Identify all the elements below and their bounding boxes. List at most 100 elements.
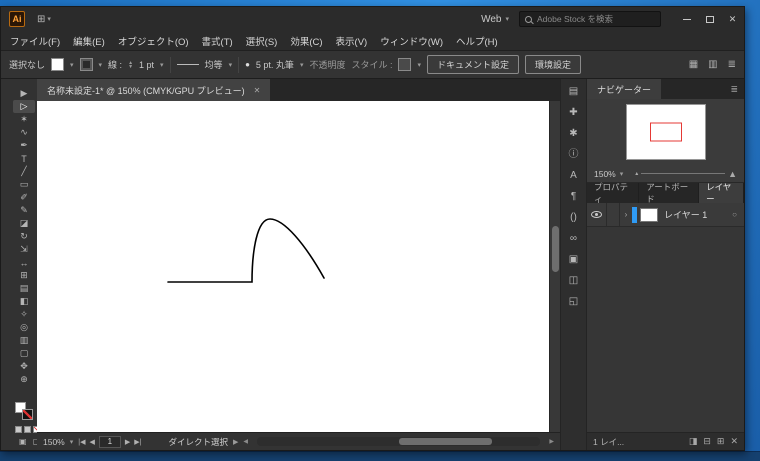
style-swatch[interactable] [398,58,411,71]
horizontal-scrollbar-thumb[interactable] [399,438,493,445]
control-menu-icon[interactable]: ≣ [728,59,736,70]
arrange-documents-dropdown[interactable]: ⊞ ▾ [37,14,51,25]
info-panel-icon[interactable]: ⓘ [569,150,579,160]
delete-layer-icon[interactable]: ✕ [730,436,738,447]
column-graph-tool[interactable]: ▥ [13,334,35,347]
menu-select[interactable]: 選択(S) [246,34,278,48]
artboards-panel-icon[interactable]: ▣ [569,255,578,265]
gradient-tool[interactable]: ◧ [13,295,35,308]
navigator-tab[interactable]: ナビゲーター [587,79,661,99]
zoom-in-icon[interactable]: ▲ [728,169,737,179]
status-proxy-arrow-icon[interactable]: ▶ [233,438,238,446]
paragraph-panel-icon[interactable]: ¶ [571,192,576,202]
arrange-documents-icon[interactable]: ▦ [689,59,698,70]
canvas-artboard[interactable] [37,101,560,432]
width-profile-value[interactable]: 均等 [205,58,223,71]
lasso-tool[interactable]: ∿ [13,126,35,139]
document-tab[interactable]: 名称未設定-1* @ 150% (CMYK/GPU プレビュー) ✕ [37,79,270,101]
rectangle-tool[interactable]: ▭ [13,178,35,191]
stepper-down-icon[interactable]: ▼ [128,65,133,69]
chevron-down-icon[interactable]: ▾ [99,61,103,69]
navigator-view-rectangle[interactable] [650,123,682,142]
adobe-stock-search[interactable] [519,11,661,27]
menu-edit[interactable]: 編集(E) [73,34,105,48]
menu-file[interactable]: ファイル(F) [10,34,60,48]
navigator-zoom-slider[interactable]: ▴ ▲ [635,169,737,179]
chevron-down-icon[interactable]: ▾ [229,61,233,69]
menu-effect[interactable]: 効果(C) [290,34,322,48]
maximize-button[interactable] [698,7,721,31]
preferences-button[interactable]: 環境設定 [525,55,581,74]
new-sublayer-icon[interactable]: ⊟ [703,436,711,447]
first-artboard-button[interactable]: |◀ [78,438,85,446]
vertical-scrollbar[interactable] [549,101,560,432]
chevron-down-icon[interactable]: ▾ [70,61,74,69]
tab-artboards[interactable]: アートボード [639,183,699,203]
hand-tool[interactable]: ✥ [13,360,35,373]
close-button[interactable]: ✕ [721,7,744,31]
type-tool[interactable]: T [13,152,35,165]
menu-type[interactable]: 書式(T) [202,34,233,48]
previous-artboard-button[interactable]: ◀ [89,438,94,446]
asset-export-panel-icon[interactable]: ◫ [569,276,578,286]
paintbrush-tool[interactable]: ✐ [13,191,35,204]
chevron-right-icon[interactable]: › [620,210,632,219]
navigator-zoom-value[interactable]: 150% [594,169,616,179]
eraser-tool[interactable]: ◪ [13,217,35,230]
chevron-down-icon[interactable]: ▾ [417,61,421,69]
minimize-button[interactable] [675,7,698,31]
layer-visibility-toggle[interactable] [587,203,607,226]
panel-menu-icon[interactable]: ≣ [730,84,738,95]
selection-tool[interactable]: ▶ [13,87,35,100]
last-artboard-button[interactable]: ▶| [134,438,141,446]
opentype-panel-icon[interactable]: () [570,213,577,223]
artboard-number-input[interactable] [99,436,121,448]
vertical-scrollbar-thumb[interactable] [552,226,559,272]
layer-lock-cell[interactable] [607,203,620,226]
layer-row[interactable]: › レイヤー 1 ○ [587,203,744,227]
windows-taskbar[interactable] [0,451,760,461]
drawn-path[interactable] [168,219,324,282]
columns-icon[interactable]: ▥ [708,59,717,70]
brush-definition-value[interactable]: 5 pt. 丸筆 [256,58,294,71]
width-tool[interactable]: ↔ [13,256,35,269]
layer-thumbnail[interactable] [640,208,658,222]
color-mode-button[interactable] [15,426,22,433]
line-segment-tool[interactable]: ╱ [13,165,35,178]
tab-layers[interactable]: レイヤー [699,183,744,203]
next-artboard-button[interactable]: ▶ [125,438,130,446]
workspace-switcher[interactable]: Web ▾ [481,14,509,25]
pen-tool[interactable]: ✒ [13,139,35,152]
stroke-color-swatch[interactable] [80,58,93,71]
make-clipping-mask-icon[interactable]: ◨ [689,436,698,447]
close-icon[interactable]: ✕ [254,86,261,95]
pencil-tool[interactable]: ✎ [13,204,35,217]
new-layer-icon[interactable]: ⊞ [717,436,725,447]
artboard-tool[interactable]: ▢ [13,347,35,360]
draw-mode-icon[interactable]: ▣ [19,437,27,446]
menu-object[interactable]: オブジェクト(O) [118,34,189,48]
layer-target-icon[interactable]: ○ [732,210,737,219]
gradient-mode-button[interactable] [24,426,31,433]
zoom-out-icon[interactable]: ▴ [635,170,638,177]
zoom-tool[interactable]: ⊕ [13,373,35,386]
chevron-down-icon[interactable]: ▾ [300,61,304,69]
document-setup-button[interactable]: ドキュメント設定 [427,55,519,74]
search-input[interactable] [537,14,655,24]
horizontal-scrollbar[interactable] [257,437,540,446]
swatches-panel-icon[interactable]: ✱ [569,129,577,139]
chevron-down-icon[interactable]: ▾ [70,438,74,446]
menu-window[interactable]: ウィンドウ(W) [380,34,443,48]
zoom-slider-track[interactable] [641,173,725,174]
menu-view[interactable]: 表示(V) [336,34,368,48]
menu-help[interactable]: ヘルプ(H) [456,34,498,48]
layer-name[interactable]: レイヤー 1 [664,208,732,221]
scale-tool[interactable]: ⇲ [13,243,35,256]
eyedropper-tool[interactable]: ✧ [13,308,35,321]
zoom-level-dropdown[interactable]: 150% [43,437,65,447]
magic-wand-tool[interactable]: ✶ [13,113,35,126]
fill-stroke-indicator[interactable] [15,402,35,422]
scroll-left-icon[interactable]: ◀ [243,438,248,445]
character-panel-icon[interactable]: A [570,171,577,181]
blend-tool[interactable]: ◎ [13,321,35,334]
